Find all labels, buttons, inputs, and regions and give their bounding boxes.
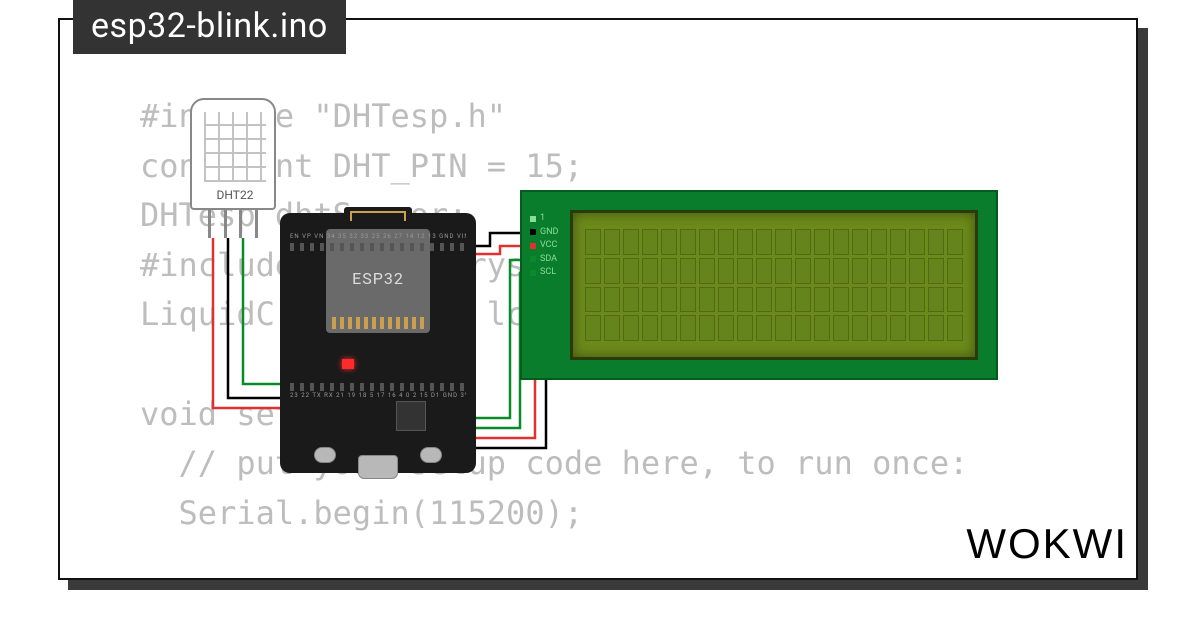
source-code: #include "DHTesp.h" const int DHT_PIN = … bbox=[140, 92, 1160, 582]
wokwi-logo: WOKWI bbox=[966, 520, 1128, 568]
tab-bar: esp32-blink.ino bbox=[73, 0, 346, 54]
project-card: #include "DHTesp.h" const int DHT_PIN = … bbox=[58, 18, 1138, 580]
file-tab[interactable]: esp32-blink.ino bbox=[73, 0, 346, 54]
code-background: #include "DHTesp.h" const int DHT_PIN = … bbox=[140, 92, 1160, 582]
